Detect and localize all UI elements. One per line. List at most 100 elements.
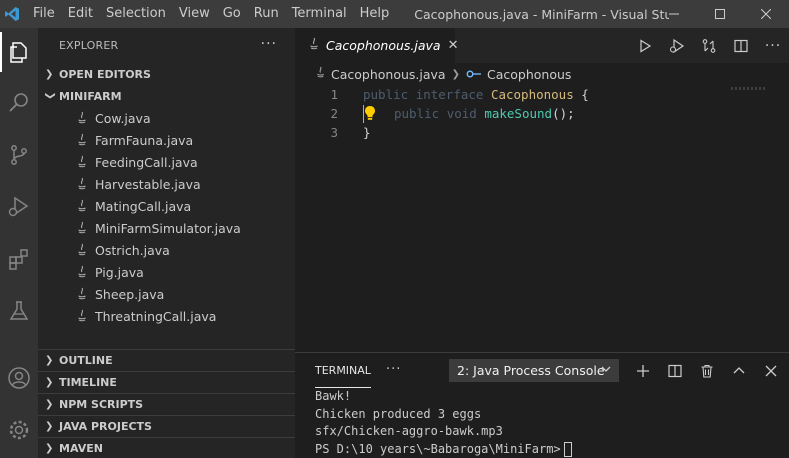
more-actions-icon[interactable]: ··· — [757, 28, 789, 63]
terminal-select[interactable]: 2: Java Process Console — [449, 359, 619, 382]
punctuation: } — [363, 125, 371, 140]
chevron-right-icon: ❯ — [45, 421, 54, 432]
collapsed-sections: ❯ OUTLINE ❯ TIMELINE ❯ NPM SCRIPTS ❯ JAVA PR… — [38, 349, 295, 458]
java-icon — [75, 221, 89, 235]
close-panel-icon[interactable] — [755, 353, 787, 388]
interface-symbol-icon — [466, 67, 482, 82]
file-item[interactable]: FarmFauna.java — [38, 129, 295, 151]
tab-cacophonous[interactable]: Cacophonous.java ✕ — [295, 28, 459, 63]
file-name: FarmFauna.java — [95, 132, 194, 148]
file-item[interactable]: Sheep.java — [38, 283, 295, 305]
code-text: public interface Cacophonous { — [363, 87, 589, 102]
terminal-line: Chicken produced 3 eggs — [315, 406, 482, 421]
java-icon — [75, 199, 89, 213]
file-item[interactable]: Pig.java — [38, 261, 295, 283]
maximize-button[interactable] — [697, 0, 743, 28]
open-editors-section[interactable]: ❯ OPEN EDITORS — [38, 63, 295, 85]
maven-section[interactable]: ❯ MAVEN — [38, 438, 295, 458]
vscode-logo-icon — [1, 0, 23, 28]
file-name: Cow.java — [95, 110, 151, 126]
code-editor[interactable]: 1 public interface Cacophonous { 2 publi… — [295, 85, 789, 352]
terminal-line: Bawk! — [315, 389, 352, 403]
compare-changes-icon[interactable] — [693, 28, 725, 63]
file-name: MatingCall.java — [95, 198, 192, 214]
breadcrumb-file[interactable]: Cacophonous.java — [331, 67, 446, 82]
menu-run[interactable]: Run — [254, 0, 287, 28]
project-section[interactable]: ❯ MINIFARM — [38, 85, 295, 107]
keyword: void — [446, 106, 477, 121]
file-name: FeedingCall.java — [95, 154, 198, 170]
code-text: } — [363, 125, 371, 140]
panel-header: TERMINAL ··· 2: Java Process Console — [295, 353, 789, 388]
chevron-down-icon — [601, 362, 611, 379]
outline-section[interactable]: ❯ OUTLINE — [38, 350, 295, 372]
java-icon — [75, 155, 89, 169]
tab-terminal[interactable]: TERMINAL — [315, 353, 371, 388]
chevron-right-icon: ❯ — [45, 399, 54, 410]
trash-icon[interactable] — [691, 353, 723, 388]
lightbulb-icon[interactable] — [364, 105, 376, 124]
npm-scripts-section[interactable]: ❯ NPM SCRIPTS — [38, 394, 295, 416]
file-name: MiniFarmSimulator.java — [95, 220, 241, 236]
explorer-icon[interactable] — [0, 32, 38, 72]
code-line: 1 public interface Cacophonous { — [295, 85, 789, 104]
menu-terminal[interactable]: Terminal — [292, 0, 355, 28]
run-icon[interactable] — [629, 28, 661, 63]
minimize-button[interactable] — [651, 0, 697, 28]
explorer-sidebar: EXPLORER ··· ❯ OPEN EDITORS ❯ MINIFARM C… — [38, 28, 295, 458]
menu-go[interactable]: Go — [223, 0, 249, 28]
split-editor-icon[interactable] — [725, 28, 757, 63]
file-item[interactable]: Harvestable.java — [38, 173, 295, 195]
menu-view[interactable]: View — [179, 0, 218, 28]
file-item[interactable]: ThreatningCall.java — [38, 305, 295, 327]
keyword: public — [394, 106, 440, 121]
keyword: public — [363, 87, 409, 102]
menu-selection[interactable]: Selection — [106, 0, 174, 28]
chevron-right-icon: ❯ — [451, 68, 460, 80]
search-icon[interactable] — [0, 83, 38, 123]
source-control-icon[interactable] — [0, 135, 38, 175]
java-icon — [75, 287, 89, 301]
account-icon[interactable] — [0, 358, 38, 398]
menu-help[interactable]: Help — [360, 0, 398, 28]
breadcrumb-symbol[interactable]: Cacophonous — [487, 67, 571, 82]
chevron-right-icon: ❯ — [45, 443, 54, 454]
menu-file[interactable]: File — [33, 0, 63, 28]
testing-icon[interactable] — [0, 291, 38, 331]
line-number: 2 — [330, 106, 338, 121]
terminal-cursor — [563, 441, 572, 457]
java-icon — [308, 37, 320, 55]
code-text: public void makeSound(); — [394, 106, 575, 121]
file-item[interactable]: Ostrich.java — [38, 239, 295, 261]
debug-icon[interactable] — [661, 28, 693, 63]
run-debug-icon[interactable] — [0, 187, 38, 227]
file-item[interactable]: MiniFarmSimulator.java — [38, 217, 295, 239]
more-actions-icon[interactable]: ··· — [261, 36, 277, 52]
settings-gear-icon[interactable] — [0, 410, 38, 450]
timeline-section[interactable]: ❯ TIMELINE — [38, 372, 295, 394]
split-terminal-icon[interactable] — [659, 353, 691, 388]
new-terminal-icon[interactable] — [627, 353, 659, 388]
chevron-right-icon: ❯ — [45, 68, 54, 80]
close-window-button[interactable] — [743, 0, 789, 28]
method-name: makeSound — [484, 106, 553, 121]
file-item[interactable]: Cow.java — [38, 107, 295, 129]
terminal-output[interactable]: Bawk! Chicken produced 3 eggs sfx/Chicke… — [295, 388, 789, 458]
editor-tab-bar: Cacophonous.java ✕ ··· — [295, 28, 789, 63]
java-icon — [315, 66, 326, 82]
menu-edit[interactable]: Edit — [68, 0, 101, 28]
file-item[interactable]: FeedingCall.java — [38, 151, 295, 173]
close-icon[interactable]: ✕ — [448, 38, 459, 53]
file-item[interactable]: MatingCall.java — [38, 195, 295, 217]
title-bar: File Edit Selection View Go Run Terminal… — [0, 0, 789, 28]
terminal-line: sfx/Chicken-aggro-bawk.mp3 — [315, 424, 503, 438]
punctuation: { — [573, 87, 589, 102]
file-name: Harvestable.java — [95, 176, 201, 192]
maximize-panel-icon[interactable] — [723, 353, 755, 388]
java-icon — [75, 133, 89, 147]
extensions-icon[interactable] — [0, 239, 38, 279]
terminal-select-value: 2: Java Process Console — [457, 363, 605, 378]
java-projects-section[interactable]: ❯ JAVA PROJECTS — [38, 416, 295, 438]
explorer-header: EXPLORER ··· — [38, 28, 295, 63]
more-actions-icon[interactable]: ··· — [386, 362, 401, 377]
